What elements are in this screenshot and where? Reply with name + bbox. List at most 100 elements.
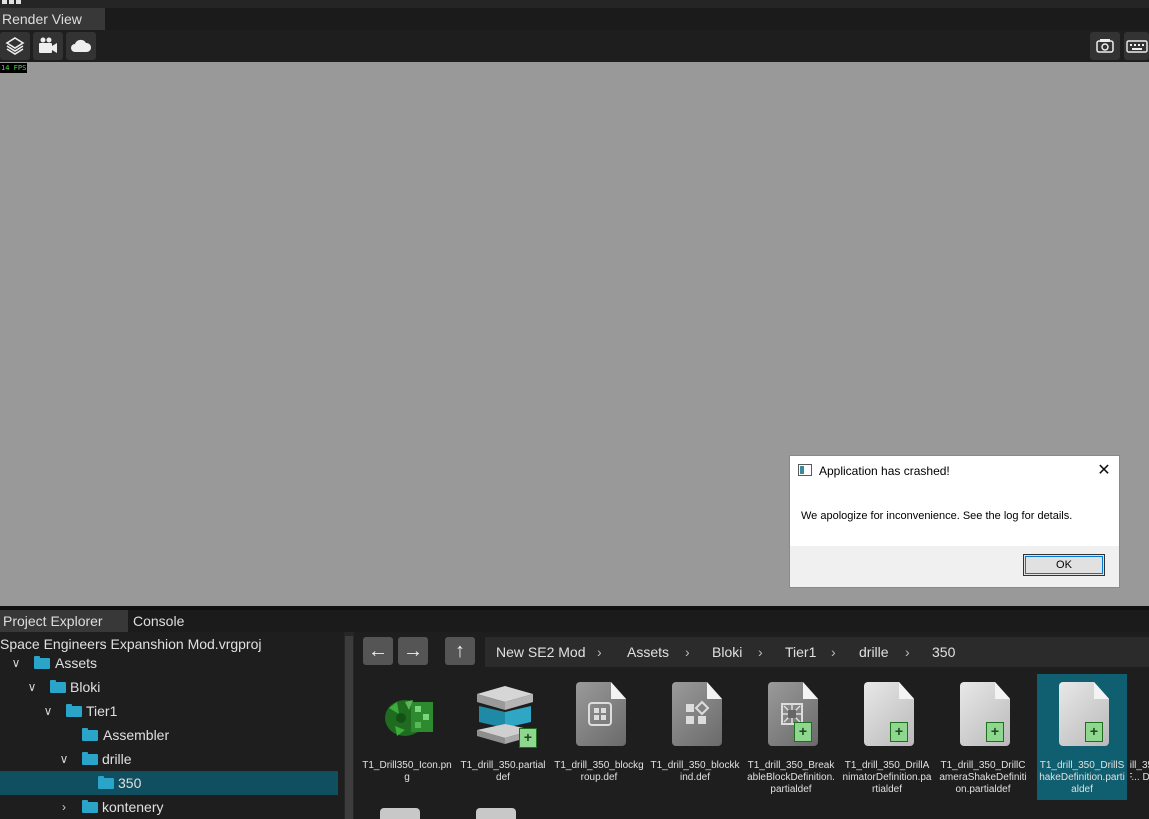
cloud-button[interactable]: [66, 32, 96, 60]
tree-item-drille[interactable]: ∨ drille: [0, 747, 344, 771]
bottom-panel-tabbar: Project Explorer Console: [0, 610, 1149, 632]
cloud-icon: [71, 39, 92, 52]
document-icon: [567, 680, 633, 750]
file-item[interactable]: T1_drill_350_blockkind.def: [650, 674, 740, 800]
tree-item-350[interactable]: 350: [0, 771, 338, 795]
tree-item-label: Assembler: [103, 727, 170, 743]
chevron-right-icon[interactable]: ›: [57, 795, 71, 819]
tree-item-kontenery[interactable]: › kontenery: [0, 795, 344, 819]
folder-icon: [98, 776, 114, 789]
folder-icon: [34, 656, 50, 669]
file-item[interactable]: T1_drill_350_blockgroup.def: [554, 674, 644, 800]
folder-icon: [50, 680, 66, 693]
breadcrumb-item[interactable]: New SE2 Mod: [496, 637, 585, 667]
title-strip: [0, 0, 1149, 8]
breadcrumb-item[interactable]: Bloki: [712, 637, 742, 667]
tree-scrollbar[interactable]: [344, 632, 354, 819]
file-item[interactable]: T1_drill_350_DrillsF... De...: [1130, 674, 1149, 800]
document-icon: [759, 680, 825, 750]
folder-icon: [82, 728, 98, 741]
dialog-footer: OK: [790, 546, 1119, 587]
dialog-message: We apologize for inconvenience. See the …: [801, 510, 1073, 522]
keyboard-button[interactable]: [1124, 32, 1149, 60]
chevron-right-icon: ›: [685, 644, 690, 660]
file-name: T1_Drill350_Icon.png: [362, 760, 452, 783]
forward-button[interactable]: →: [398, 637, 428, 665]
file-name: T1_drill_350_DrillsF... De...: [1130, 760, 1149, 783]
back-button[interactable]: ←: [363, 637, 393, 665]
tab-console[interactable]: Console: [130, 610, 230, 632]
file-name: T1_drill_350.partialdef: [460, 760, 546, 783]
plus-badge-icon: +: [890, 722, 908, 742]
chevron-down-icon[interactable]: ∨: [57, 747, 71, 771]
tree-item-label: drille: [102, 751, 132, 767]
document-icon: [855, 680, 921, 750]
file-item[interactable]: + T1_drill_350_DrillAnimatorDefinition.p…: [842, 674, 932, 800]
tree-item-label: Tier1: [86, 703, 118, 719]
tree-item-assets[interactable]: ∨ Assets: [0, 651, 344, 675]
grid-icon: [588, 702, 612, 726]
camera-icon: [39, 37, 57, 53]
tree-item-assembler[interactable]: Assembler: [0, 723, 344, 747]
fps-counter: 14 FPS: [0, 63, 28, 73]
crash-dialog: Application has crashed! ✕ We apologize …: [789, 455, 1120, 588]
file-name: T1_drill_350_DrillAnimatorDefinition.par…: [842, 760, 932, 795]
plus-badge-icon: +: [519, 728, 537, 748]
file-name: T1_drill_350_DrillShakeDefinition.partia…: [1039, 760, 1125, 795]
file-item[interactable]: + T1_drill_350_DrillCameraShakeDefinitio…: [938, 674, 1028, 800]
breadcrumb-item[interactable]: drille: [859, 637, 889, 667]
folder-icon: [66, 704, 82, 717]
document-icon: [476, 808, 516, 819]
plus-badge-icon: +: [794, 722, 812, 742]
tree-item-label: kontenery: [102, 799, 164, 815]
plus-badge-icon: +: [1085, 722, 1103, 742]
scrollbar-thumb[interactable]: [345, 636, 353, 819]
folder-icon: [82, 752, 98, 765]
chevron-right-icon: ›: [831, 644, 836, 660]
ok-button[interactable]: OK: [1023, 554, 1105, 576]
chevron-down-icon[interactable]: ∨: [41, 699, 55, 723]
document-icon: [1050, 680, 1116, 750]
chevron-right-icon: ›: [905, 644, 910, 660]
breadcrumb-item[interactable]: Assets: [627, 637, 669, 667]
up-button[interactable]: ↑: [445, 637, 475, 665]
keyboard-icon: [1125, 40, 1148, 53]
tree-item-bloki[interactable]: ∨ Bloki: [0, 675, 344, 699]
breadcrumb: New SE2 Mod › Assets › Bloki › Tier1 › d…: [485, 637, 1149, 667]
file-item[interactable]: + T1_drill_350.partialdef: [458, 674, 548, 800]
tree-item-label: Assets: [55, 655, 98, 671]
dialog-title: Application has crashed!: [819, 464, 950, 478]
file-name: T1_drill_350_blockkind.def: [650, 760, 740, 783]
tab-project-explorer[interactable]: Project Explorer: [0, 610, 128, 632]
breadcrumb-item[interactable]: 350: [932, 637, 955, 667]
dialog-titlebar[interactable]: Application has crashed! ✕: [790, 456, 1119, 486]
chevron-down-icon[interactable]: ∨: [9, 651, 23, 675]
breadcrumb-item[interactable]: Tier1: [785, 637, 816, 667]
camera-button[interactable]: [33, 32, 63, 60]
camera-settings-button[interactable]: [1090, 32, 1120, 60]
close-icon[interactable]: ✕: [1092, 461, 1116, 481]
menu-grid-icon[interactable]: [2, 0, 24, 4]
chevron-right-icon: ›: [758, 644, 763, 660]
render-view-toolbar: [0, 30, 1149, 62]
chevron-down-icon[interactable]: ∨: [25, 675, 39, 699]
shapes-icon: [686, 700, 710, 724]
chevron-right-icon: ›: [597, 644, 602, 660]
camera-settings-icon: [1096, 39, 1114, 53]
tab-render-view[interactable]: Render View: [0, 8, 105, 30]
folder-icon: [82, 800, 98, 813]
tree-item-label: 350: [118, 775, 142, 791]
file-item[interactable]: T1_Drill350_Icon.png: [362, 674, 452, 800]
file-name: T1_drill_350_DrillCameraShakeDefinition.…: [939, 760, 1027, 795]
file-name: T1_drill_350_blockgroup.def: [554, 760, 644, 783]
app-window: Render View 14 FPS Application has crash…: [0, 0, 1149, 819]
tree-item-label: Bloki: [70, 679, 101, 695]
file-item[interactable]: + T1_drill_350_BreakableBlockDefinition.…: [746, 674, 836, 800]
document-icon: [951, 680, 1017, 750]
project-tree: Space Engineers Expanshion Mod.vrgproj ∨…: [0, 632, 344, 819]
document-icon: [663, 680, 729, 750]
layers-button[interactable]: [0, 32, 30, 60]
file-item-selected[interactable]: + T1_drill_350_DrillShakeDefinition.part…: [1037, 674, 1127, 800]
plus-badge-icon: +: [986, 722, 1004, 742]
tree-item-tier1[interactable]: ∨ Tier1: [0, 699, 344, 723]
